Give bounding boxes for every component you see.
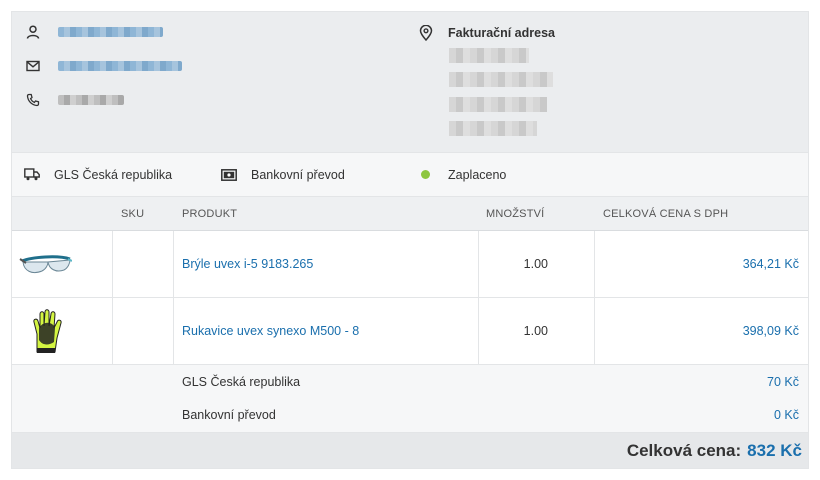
payment-status-label: Zaplaceno (448, 167, 507, 182)
quantity-value: 1.00 (523, 257, 548, 271)
mail-icon (26, 60, 40, 72)
product-link[interactable]: Rukavice uvex synexo M500 - 8 (182, 324, 359, 338)
column-header-quantity: MNOŽSTVÍ (486, 208, 545, 220)
customer-info-panel: Fakturační adresa (12, 12, 808, 152)
customer-name-row (26, 25, 163, 39)
billing-address-line-redacted (449, 48, 529, 63)
billing-address-line-redacted (449, 97, 547, 112)
truck-icon (24, 168, 40, 181)
column-header-sku: SKU (121, 208, 145, 220)
items-table-header: SKU PRODUKT MNOŽSTVÍ CELKOVÁ CENA S DPH (12, 197, 808, 231)
payment-fee-price: 0 Kč (773, 408, 799, 422)
order-total: Celková cena: 832 Kč (12, 433, 808, 468)
shipping-method-label: GLS Česká republika (54, 167, 173, 182)
total-amount: 832 Kč (747, 440, 802, 460)
paid-status-dot (421, 170, 430, 179)
billing-address-line-redacted (449, 121, 537, 136)
customer-name-redacted (58, 27, 163, 37)
location-pin-icon (419, 25, 433, 41)
billing-address-title: Fakturační adresa (448, 26, 555, 40)
table-row: Brýle uvex i-5 9183.265 1.00 364,21 Kč (12, 231, 808, 298)
total-label: Celková cena: (626, 440, 742, 460)
table-row: Rukavice uvex synexo M500 - 8 1.00 398,0… (12, 298, 808, 365)
payment-status: Zaplaceno (421, 153, 506, 196)
order-meta-row: GLS Česká republika Bankovní převod Zapl… (12, 152, 808, 197)
column-header-total-price: CELKOVÁ CENA S DPH (603, 208, 729, 220)
row-total-price: 398,09 Kč (742, 324, 799, 338)
customer-phone-redacted (58, 95, 124, 105)
fees-section: GLS Česká republika 70 Kč Bankovní převo… (12, 365, 808, 433)
work-gloves-image (33, 309, 62, 353)
user-icon (26, 25, 40, 39)
phone-icon (26, 93, 40, 107)
billing-address-line-redacted (449, 72, 553, 87)
shipping-fee-price: 70 Kč (767, 375, 799, 389)
order-detail-card: Fakturační adresa GLS Česká republika Ba… (11, 11, 809, 469)
payment-method: Bankovní převod (221, 153, 345, 196)
row-total-price: 364,21 Kč (742, 257, 799, 271)
product-link[interactable]: Brýle uvex i-5 9183.265 (182, 257, 313, 271)
safety-glasses-image (19, 255, 72, 274)
banknote-icon (221, 168, 237, 181)
quantity-value: 1.00 (523, 324, 548, 338)
column-header-product: PRODUKT (182, 208, 238, 220)
payment-method-label: Bankovní převod (251, 167, 345, 182)
customer-email-row (26, 59, 182, 73)
customer-phone-row (26, 93, 124, 107)
shipping-method: GLS Česká republika (24, 153, 172, 196)
customer-email-redacted[interactable] (58, 61, 182, 71)
shipping-fee-label: GLS Česká republika (182, 375, 301, 389)
payment-fee-label: Bankovní převod (182, 408, 276, 422)
